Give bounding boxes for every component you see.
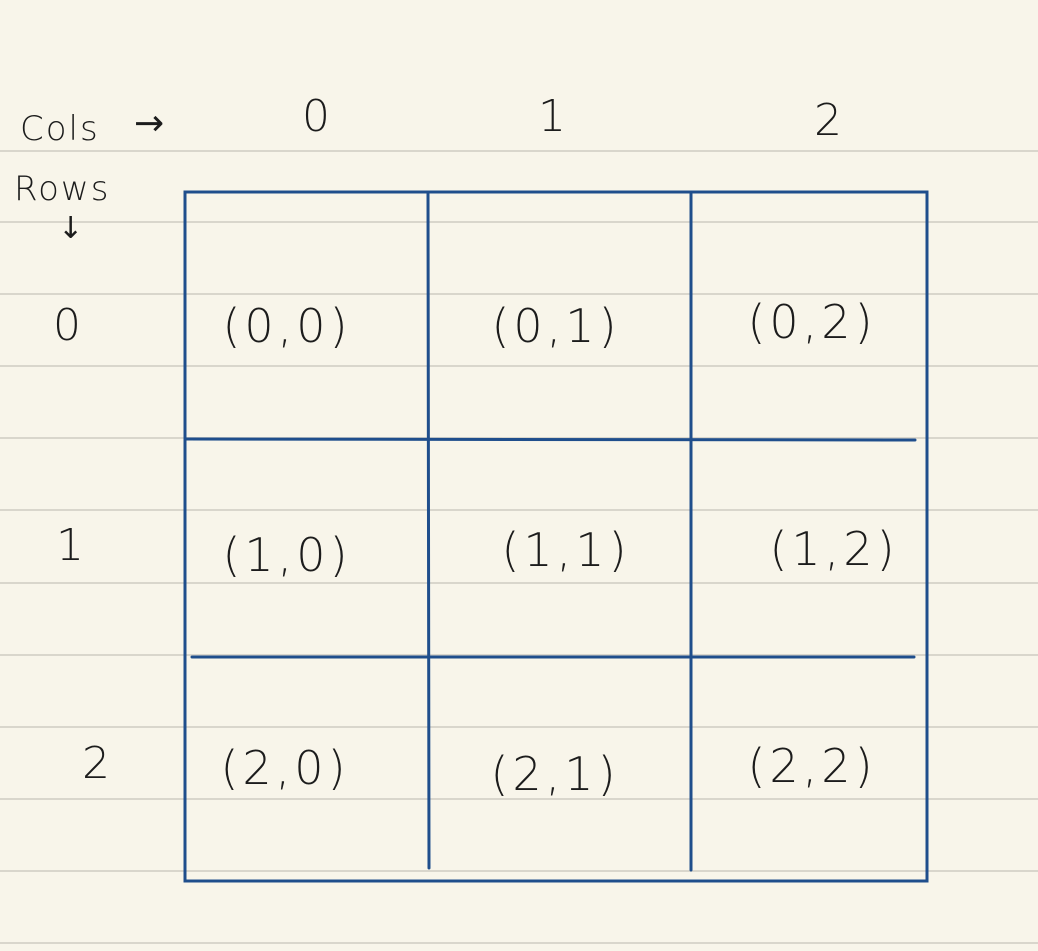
cell-1-2: (1,2) — [769, 522, 899, 576]
col-index-1: 1 — [538, 91, 566, 142]
row-index-0: 0 — [53, 300, 81, 351]
cell-1-0: (1,0) — [222, 528, 352, 582]
cell-2-2: (2,2) — [747, 739, 877, 793]
rows-axis-label: Rows — [14, 169, 111, 209]
col-index-2: 2 — [814, 95, 842, 146]
cell-0-1: (0,1) — [491, 299, 621, 353]
cell-1-1: (1,1) — [501, 523, 631, 577]
cell-2-1: (2,1) — [490, 747, 620, 801]
grid-row-divider-1 — [184, 437, 917, 442]
cell-0-0: (0,0) — [222, 299, 352, 353]
cell-0-2: (0,2) — [747, 295, 877, 349]
cols-arrow-icon: → — [134, 103, 165, 144]
row-index-1: 1 — [56, 520, 84, 571]
row-index-2: 2 — [82, 738, 110, 789]
col-index-0: 0 — [302, 91, 330, 142]
cols-axis-label: Cols — [20, 109, 100, 149]
cell-2-0: (2,0) — [220, 741, 350, 795]
grid-col-divider-1 — [426, 190, 431, 870]
rows-arrow-icon: ↓ — [58, 211, 84, 246]
